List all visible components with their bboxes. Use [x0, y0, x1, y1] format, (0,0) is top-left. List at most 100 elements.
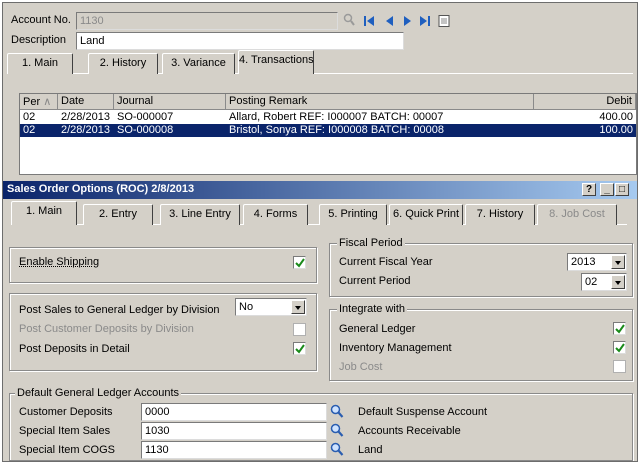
current-period-label: Current Period [339, 275, 411, 287]
gl-accounts-title: Default General Ledger Accounts [15, 387, 182, 399]
search-icon[interactable] [330, 442, 344, 457]
column-label: Date [61, 95, 85, 107]
post-deposits-division-label: Post Customer Deposits by Division [19, 323, 194, 335]
tab-label: 7. History [476, 208, 524, 220]
tab-label: 1. Main [25, 205, 63, 217]
tab-label: 3. Line Entry [169, 208, 231, 220]
tab-label: 3. Variance [171, 57, 226, 69]
cell-debit: 400.00 [599, 111, 633, 123]
post-sales-value: No [239, 301, 254, 313]
customer-deposits-description: Default Suspense Account [358, 406, 488, 418]
column-header-debit[interactable]: Debit [534, 94, 636, 110]
previous-record-icon[interactable] [383, 15, 395, 27]
column-header-posting-remark[interactable]: Posting Remark [226, 94, 534, 110]
special-item-sales-label: Special Item Sales [19, 425, 111, 437]
help-button[interactable]: ? [582, 183, 596, 196]
tab-variance[interactable]: 3. Variance [162, 53, 235, 74]
lookup-icon[interactable] [343, 13, 355, 27]
cell-journal: SO-000007 [117, 111, 174, 123]
memo-icon[interactable] [438, 15, 450, 27]
application-window: Account No. 1130 Description Land 1. Mai… [2, 2, 638, 462]
customer-deposits-field[interactable]: 0000 [141, 403, 327, 421]
tab-history[interactable]: 7. History [465, 204, 535, 225]
search-icon[interactable] [330, 423, 344, 438]
column-label: Per [23, 96, 41, 108]
cell-remark: Allard, Robert REF: I000007 BATCH: 00007 [229, 111, 444, 123]
first-record-icon[interactable] [363, 15, 375, 27]
column-header-per[interactable]: Per ∧ [20, 94, 58, 110]
account-no-label: Account No. [11, 14, 71, 26]
dialog-titlebar[interactable]: Sales Order Options (ROC) 2/8/2013 ? _ □ [3, 181, 637, 199]
search-icon[interactable] [330, 404, 344, 419]
chevron-down-icon[interactable] [611, 255, 625, 269]
special-item-sales-field[interactable]: 1030 [141, 422, 327, 440]
general-ledger-label: General Ledger [339, 323, 416, 335]
post-deposits-division-checkbox[interactable] [293, 323, 306, 336]
table-row[interactable]: 02 2/28/2013 SO-000007 Allard, Robert RE… [20, 111, 636, 124]
column-label: Posting Remark [229, 95, 308, 107]
customer-deposits-label: Customer Deposits [19, 406, 113, 418]
tab-label: 6. Quick Print [392, 208, 460, 220]
next-record-icon[interactable] [402, 15, 414, 27]
column-header-date[interactable]: Date [58, 94, 114, 110]
chevron-down-icon[interactable] [291, 300, 305, 314]
chevron-down-icon[interactable] [611, 275, 625, 289]
cell-per: 02 [23, 124, 36, 136]
tab-label: 1. Main [21, 57, 59, 69]
tab-label: 4. Forms [253, 208, 298, 220]
tab-entry[interactable]: 2. Entry [83, 204, 153, 225]
cell-remark: Bristol, Sonya REF: I000008 BATCH: 00008 [229, 124, 445, 136]
column-header-journal[interactable]: Journal [114, 94, 226, 110]
column-label: Journal [117, 95, 154, 107]
current-period-value: 02 [585, 276, 598, 288]
special-item-cogs-label: Special Item COGS [19, 444, 115, 456]
tab-line-entry[interactable]: 3. Line Entry [160, 204, 240, 225]
enable-shipping-checkbox[interactable] [293, 256, 306, 269]
fiscal-year-value: 2013 [571, 256, 596, 268]
last-record-icon[interactable] [419, 15, 431, 27]
account-no-field[interactable]: 1130 [76, 12, 338, 30]
special-item-sales-description: Accounts Receivable [358, 425, 461, 437]
maximize-button[interactable]: □ [615, 183, 629, 196]
post-sales-label: Post Sales to General Ledger by Division [19, 304, 220, 316]
tab-history[interactable]: 2. History [88, 53, 158, 74]
fiscal-period-title: Fiscal Period [337, 237, 405, 249]
description-label: Description [11, 34, 67, 46]
table-row[interactable]: 02 2/28/2013 SO-000008 Bristol, Sonya RE… [20, 124, 636, 137]
tab-printing[interactable]: 5. Printing [319, 204, 387, 225]
cell-date: 2/28/2013 [61, 124, 110, 136]
integrate-title: Integrate with [337, 303, 408, 315]
cell-debit: 100.00 [599, 124, 633, 136]
tab-main[interactable]: 1. Main [11, 201, 77, 225]
inventory-management-label: Inventory Management [339, 342, 452, 354]
tab-forms[interactable]: 4. Forms [243, 204, 308, 225]
column-label: Debit [606, 95, 632, 107]
dialog-title: Sales Order Options (ROC) 2/8/2013 [7, 183, 195, 195]
tab-quick-print[interactable]: 6. Quick Print [389, 204, 463, 225]
tab-job-cost[interactable]: 8. Job Cost [537, 204, 617, 225]
tab-label: 4. Transactions [239, 54, 314, 66]
description-field[interactable]: Land [76, 32, 404, 50]
tab-transactions[interactable]: 4. Transactions [238, 50, 314, 74]
tab-label: 5. Printing [328, 208, 378, 220]
post-sales-dropdown[interactable]: No [235, 298, 307, 316]
cell-journal: SO-000008 [117, 124, 174, 136]
minimize-button[interactable]: _ [600, 183, 614, 196]
fiscal-year-label: Current Fiscal Year [339, 256, 433, 268]
cell-per: 02 [23, 111, 36, 123]
tab-label: 2. Entry [99, 208, 137, 220]
special-item-cogs-field[interactable]: 1130 [141, 441, 327, 459]
inventory-management-checkbox[interactable] [613, 341, 626, 354]
post-deposits-detail-label: Post Deposits in Detail [19, 343, 130, 355]
job-cost-checkbox[interactable] [613, 360, 626, 373]
transactions-grid[interactable]: Per ∧ Date Journal Posting Remark Debit … [19, 93, 637, 175]
tab-main[interactable]: 1. Main [7, 53, 73, 74]
cell-date: 2/28/2013 [61, 111, 110, 123]
general-ledger-checkbox[interactable] [613, 322, 626, 335]
post-deposits-detail-checkbox[interactable] [293, 342, 306, 355]
job-cost-label: Job Cost [339, 361, 383, 373]
current-period-dropdown[interactable]: 02 [581, 273, 627, 291]
fiscal-year-dropdown[interactable]: 2013 [567, 253, 627, 271]
special-item-cogs-description: Land [358, 444, 383, 456]
tab-label: 8. Job Cost [549, 208, 605, 220]
